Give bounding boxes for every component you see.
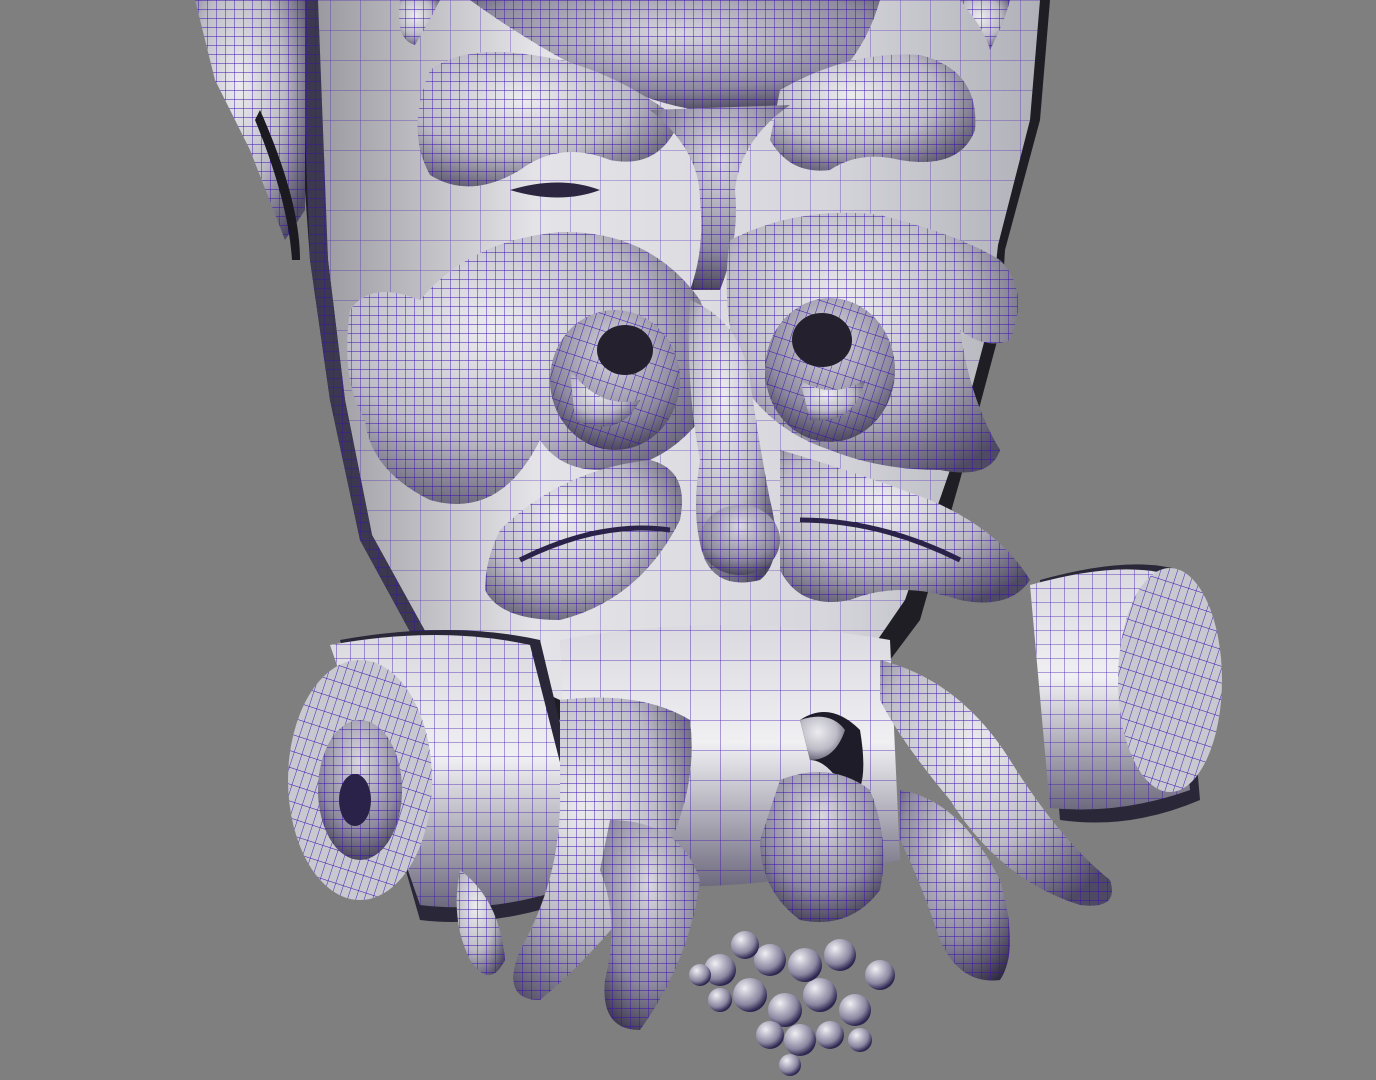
3d-viewport[interactable] bbox=[0, 0, 1376, 1080]
left-side-ornament bbox=[195, 0, 305, 260]
grape-cluster bbox=[689, 931, 895, 1076]
corbel-wireframe-render bbox=[195, 0, 1222, 1076]
bottom-right-scroll bbox=[1030, 564, 1222, 823]
